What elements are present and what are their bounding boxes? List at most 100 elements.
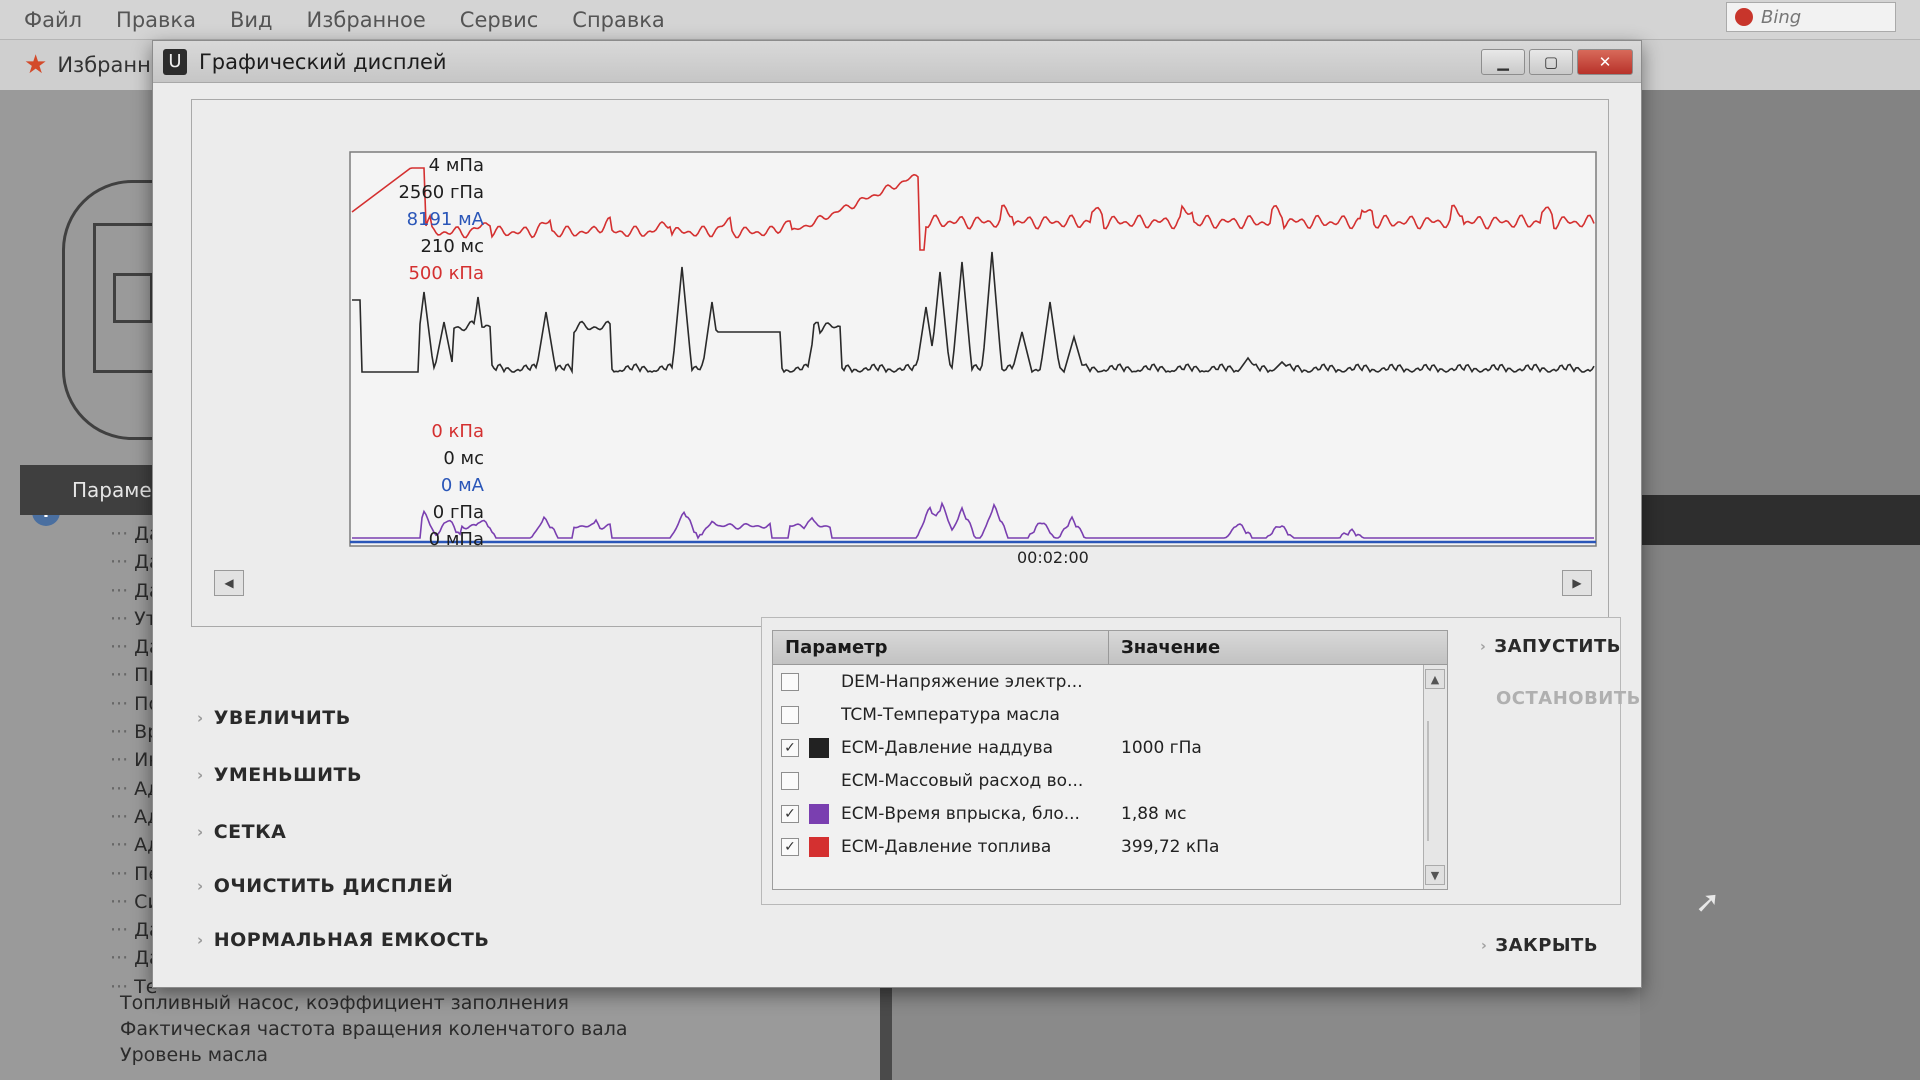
column-header-parameter[interactable]: Параметр [773, 631, 1109, 664]
chevron-right-icon: › [197, 766, 204, 784]
bing-logo-icon [1735, 8, 1753, 26]
chevron-right-icon: › [1481, 937, 1488, 954]
axis-label: 0 мс [443, 448, 484, 469]
parameter-value: 399,72 кПа [1121, 836, 1220, 857]
search-box[interactable]: Bing [1726, 2, 1896, 32]
zoom-out-button[interactable]: › УМЕНЬШИТЬ [197, 764, 362, 786]
series-color-swatch [809, 737, 829, 758]
parameter-tree-bottom: Топливный насос, коэффициент заполнения Ф… [120, 990, 628, 1068]
graphic-display-dialog: U Графический дисплей ▁ ▢ ✕ 4 мПа 2560 гП… [152, 40, 1642, 988]
row-checkbox[interactable] [781, 771, 799, 790]
normal-capacity-button[interactable]: › НОРМАЛЬНАЯ ЕМКОСТЬ [197, 929, 489, 951]
menu-edit[interactable]: Правка [116, 8, 196, 32]
axis-max-labels: 4 мПа 2560 гПа 8191 мА 210 мс 500 кПа [398, 152, 484, 287]
time-axis-label: 00:02:00 [1017, 548, 1089, 567]
table-scrollbar[interactable]: ▲ ▼ [1423, 665, 1447, 889]
table-row[interactable]: ✓ ECM-Давление наддува 1000 гПа [773, 731, 1413, 764]
title-bar[interactable]: U Графический дисплей ▁ ▢ ✕ [153, 41, 1641, 83]
axis-label: 0 мА [440, 475, 484, 496]
row-checkbox[interactable]: ✓ [781, 804, 799, 823]
axis-label: 500 кПа [408, 263, 484, 284]
chevron-right-icon: › [197, 709, 204, 727]
table-row[interactable]: TCM-Температура масла [773, 698, 1413, 731]
row-checkbox[interactable]: ✓ [781, 837, 799, 856]
parameter-value: 1,88 мс [1121, 803, 1187, 824]
parameter-value: 1000 гПа [1121, 737, 1202, 758]
right-panel [1640, 90, 1920, 1080]
zoom-in-label: УВЕЛИЧИТЬ [213, 707, 351, 729]
table-rows: DEM-Напряжение электр... TCM-Температура … [773, 665, 1413, 863]
clear-display-label: ОЧИСТИТЬ ДИСПЛЕЙ [213, 875, 454, 897]
parameter-table-group: Параметр Значение DEM-Напряжение электр.… [761, 617, 1640, 905]
chart-panel: 4 мПа 2560 гПа 8191 мА 210 мс 500 кПа 0 кПа 0… [191, 99, 1609, 627]
parameter-table: Параметр Значение DEM-Напряжение электр.… [772, 630, 1448, 890]
close-button[interactable]: › ЗАКРЫТЬ [1481, 935, 1598, 956]
series-color-swatch [809, 836, 829, 857]
maximize-button[interactable]: ▢ [1529, 49, 1573, 75]
tree-item[interactable]: Фактическая частота вращения коленчатого… [120, 1016, 628, 1042]
star-icon: ★ [24, 50, 48, 80]
scroll-right-button[interactable]: ▶ [1562, 570, 1592, 596]
chevron-right-icon: › [1480, 638, 1487, 655]
parameter-name: ECM-Давление топлива [841, 836, 1052, 857]
chevron-right-icon: › [197, 931, 204, 949]
window-controls: ▁ ▢ ✕ [1481, 49, 1633, 75]
table-row[interactable]: DEM-Напряжение электр... [773, 665, 1413, 698]
favorites-label[interactable]: Избранн [57, 53, 151, 77]
start-button[interactable]: › ЗАПУСТИТЬ [1480, 636, 1621, 657]
axis-label: 0 кПа [431, 421, 484, 442]
parameter-name: ECM-Массовый расход во... [841, 770, 1084, 791]
series-color-swatch [809, 803, 829, 824]
tree-item[interactable]: Уровень масла [120, 1042, 628, 1068]
start-label: ЗАПУСТИТЬ [1494, 636, 1621, 657]
close-window-button[interactable]: ✕ [1577, 49, 1633, 75]
clear-display-button[interactable]: › ОЧИСТИТЬ ДИСПЛЕЙ [197, 875, 453, 897]
menu-file[interactable]: Файл [24, 8, 82, 32]
scroll-up-icon[interactable]: ▲ [1425, 669, 1445, 689]
axis-label: 8191 мА [406, 209, 484, 230]
zoom-out-label: УМЕНЬШИТЬ [213, 764, 362, 786]
minimize-button[interactable]: ▁ [1481, 49, 1525, 75]
bottom-panel [880, 975, 1640, 1080]
row-checkbox[interactable] [781, 705, 799, 724]
table-row[interactable]: ✓ ECM-Время впрыска, бло... 1,88 мс [773, 797, 1413, 830]
app-icon: U [163, 48, 187, 75]
parameter-name: DEM-Напряжение электр... [841, 671, 1083, 692]
axis-label: 210 мс [420, 236, 484, 257]
menu-favorites[interactable]: Избранное [307, 8, 426, 32]
menu-bar: Файл Правка Вид Избранное Сервис Справка… [0, 0, 1920, 40]
table-row[interactable]: ECM-Массовый расход во... [773, 764, 1413, 797]
menu-view[interactable]: Вид [230, 8, 273, 32]
stop-label: ОСТАНОВИТЬ [1496, 688, 1641, 709]
window-title: Графический дисплей [199, 49, 447, 74]
menu-help[interactable]: Справка [572, 8, 665, 32]
menu-tools[interactable]: Сервис [460, 8, 538, 32]
normal-capacity-label: НОРМАЛЬНАЯ ЕМКОСТЬ [213, 929, 490, 951]
axis-label: 2560 гПа [398, 182, 484, 203]
chevron-right-icon: › [197, 823, 204, 841]
mouse-cursor-icon: ➚ [1695, 885, 1721, 920]
stop-button: ОСТАНОВИТЬ [1496, 688, 1641, 709]
close-label: ЗАКРЫТЬ [1495, 935, 1599, 956]
parameter-name: ECM-Время впрыска, бло... [841, 803, 1080, 824]
table-row[interactable]: ✓ ECM-Давление топлива 399,72 кПа [773, 830, 1413, 863]
parameter-name: ECM-Давление наддува [841, 737, 1054, 758]
table-header: Параметр Значение [773, 631, 1447, 665]
grid-label: СЕТКА [213, 821, 287, 843]
column-header-value[interactable]: Значение [1109, 631, 1447, 664]
grid-button[interactable]: › СЕТКА [197, 821, 286, 843]
row-checkbox[interactable]: ✓ [781, 738, 799, 757]
scroll-left-button[interactable]: ◀ [214, 570, 244, 596]
axis-label: 0 гПа [432, 502, 484, 523]
axis-label: 0 мПа [428, 529, 484, 550]
scroll-down-icon[interactable]: ▼ [1425, 865, 1445, 885]
plot-area [349, 151, 1597, 547]
scroll-thumb[interactable] [1427, 721, 1443, 841]
search-engine-label: Bing [1761, 6, 1802, 28]
axis-min-labels: 0 кПа 0 мс 0 мА 0 гПа 0 мПа [429, 418, 484, 553]
row-checkbox[interactable] [781, 672, 799, 691]
tree-item[interactable]: Топливный насос, коэффициент заполнения [120, 990, 628, 1016]
axis-label: 4 мПа [428, 155, 484, 176]
chevron-right-icon: › [197, 877, 204, 895]
zoom-in-button[interactable]: › УВЕЛИЧИТЬ [197, 707, 351, 729]
